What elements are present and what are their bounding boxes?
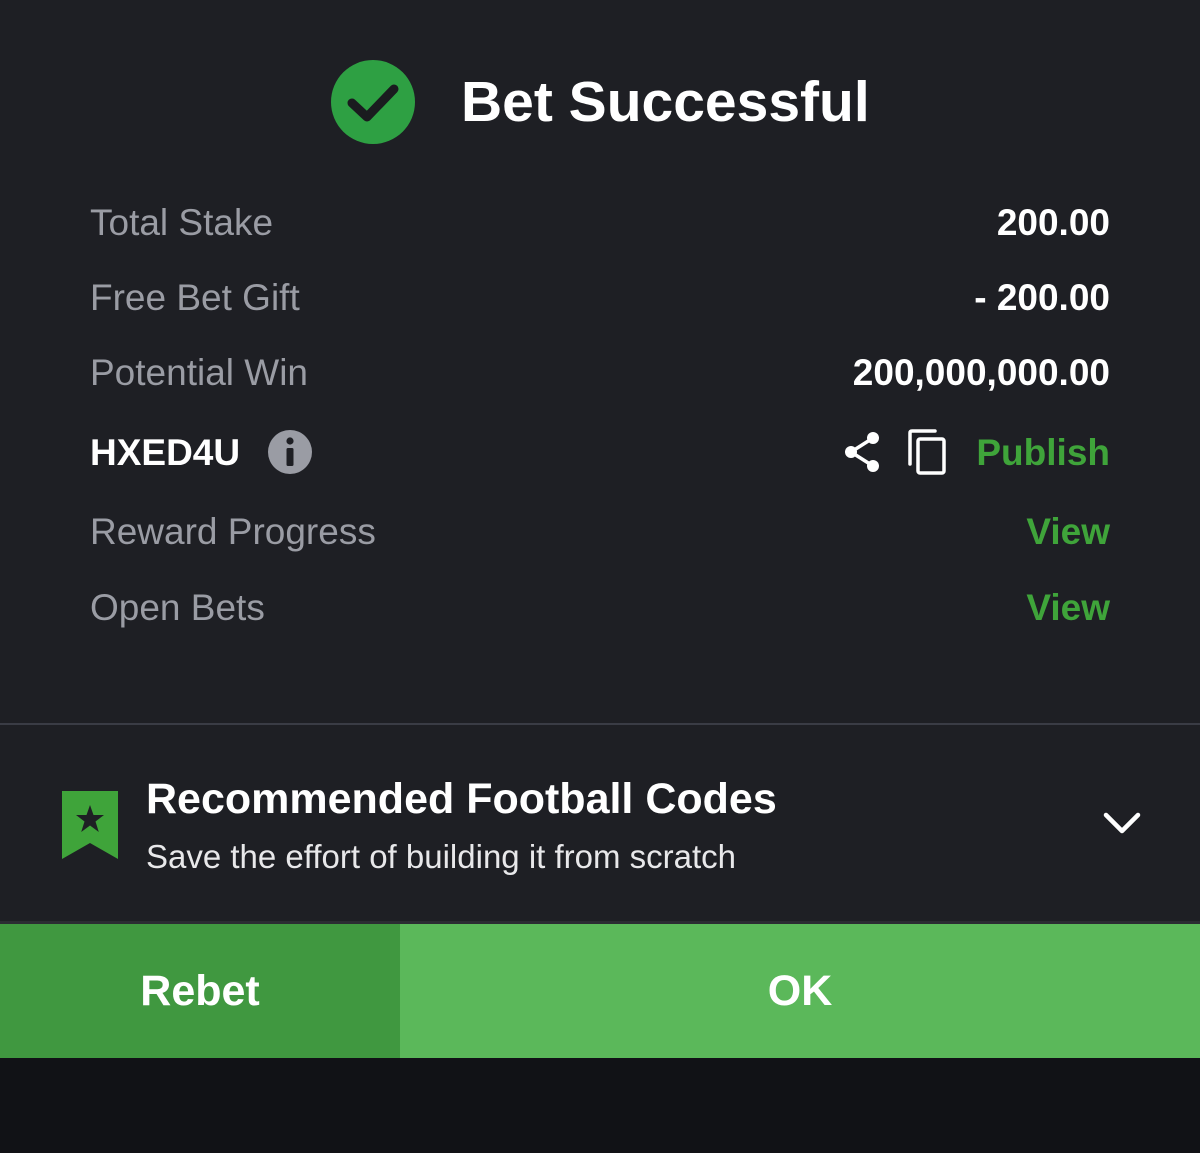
share-icon[interactable]	[840, 430, 884, 474]
check-circle-icon	[331, 60, 415, 144]
open-bets-row: Open Bets View	[90, 583, 1110, 633]
total-stake-row: Total Stake 200.00	[90, 198, 1110, 248]
total-stake-label: Total Stake	[90, 202, 274, 243]
booking-code-row: HXED4U Publish	[90, 428, 1110, 478]
reward-progress-view-link[interactable]: View	[1026, 507, 1110, 557]
recommended-title: Recommended Football Codes	[146, 775, 777, 823]
potential-win-label: Potential Win	[90, 352, 308, 393]
open-bets-label: Open Bets	[90, 587, 265, 628]
dialog-header: Bet Successful	[0, 0, 1200, 190]
free-bet-value: - 200.00	[974, 277, 1110, 318]
bottom-background	[0, 1058, 1200, 1153]
copy-icon[interactable]	[906, 428, 950, 478]
reward-progress-label: Reward Progress	[90, 511, 376, 552]
bet-success-dialog: Bet Successful Total Stake 200.00 Free B…	[0, 0, 1200, 1058]
chevron-down-icon[interactable]	[1100, 809, 1144, 839]
ok-button[interactable]: OK	[400, 924, 1200, 1058]
bookmark-star-icon	[62, 791, 118, 859]
rebet-button[interactable]: Rebet	[0, 924, 400, 1058]
total-stake-value: 200.00	[996, 202, 1110, 243]
free-bet-row: Free Bet Gift - 200.00	[90, 273, 1110, 323]
potential-win-row: Potential Win 200,000,000.00	[90, 348, 1110, 398]
open-bets-view-link[interactable]: View	[1026, 583, 1110, 633]
recommended-subtitle: Save the effort of building it from scra…	[146, 838, 737, 875]
free-bet-label: Free Bet Gift	[90, 277, 300, 318]
potential-win-value: 200,000,000.00	[852, 352, 1110, 393]
publish-link[interactable]: Publish	[976, 428, 1110, 478]
recommended-codes-section[interactable]: Recommended Football Codes Save the effo…	[0, 725, 1200, 921]
booking-code: HXED4U	[90, 432, 241, 473]
dialog-title: Bet Successful	[461, 70, 870, 134]
reward-progress-row: Reward Progress View	[90, 507, 1110, 557]
info-icon[interactable]	[268, 430, 312, 474]
